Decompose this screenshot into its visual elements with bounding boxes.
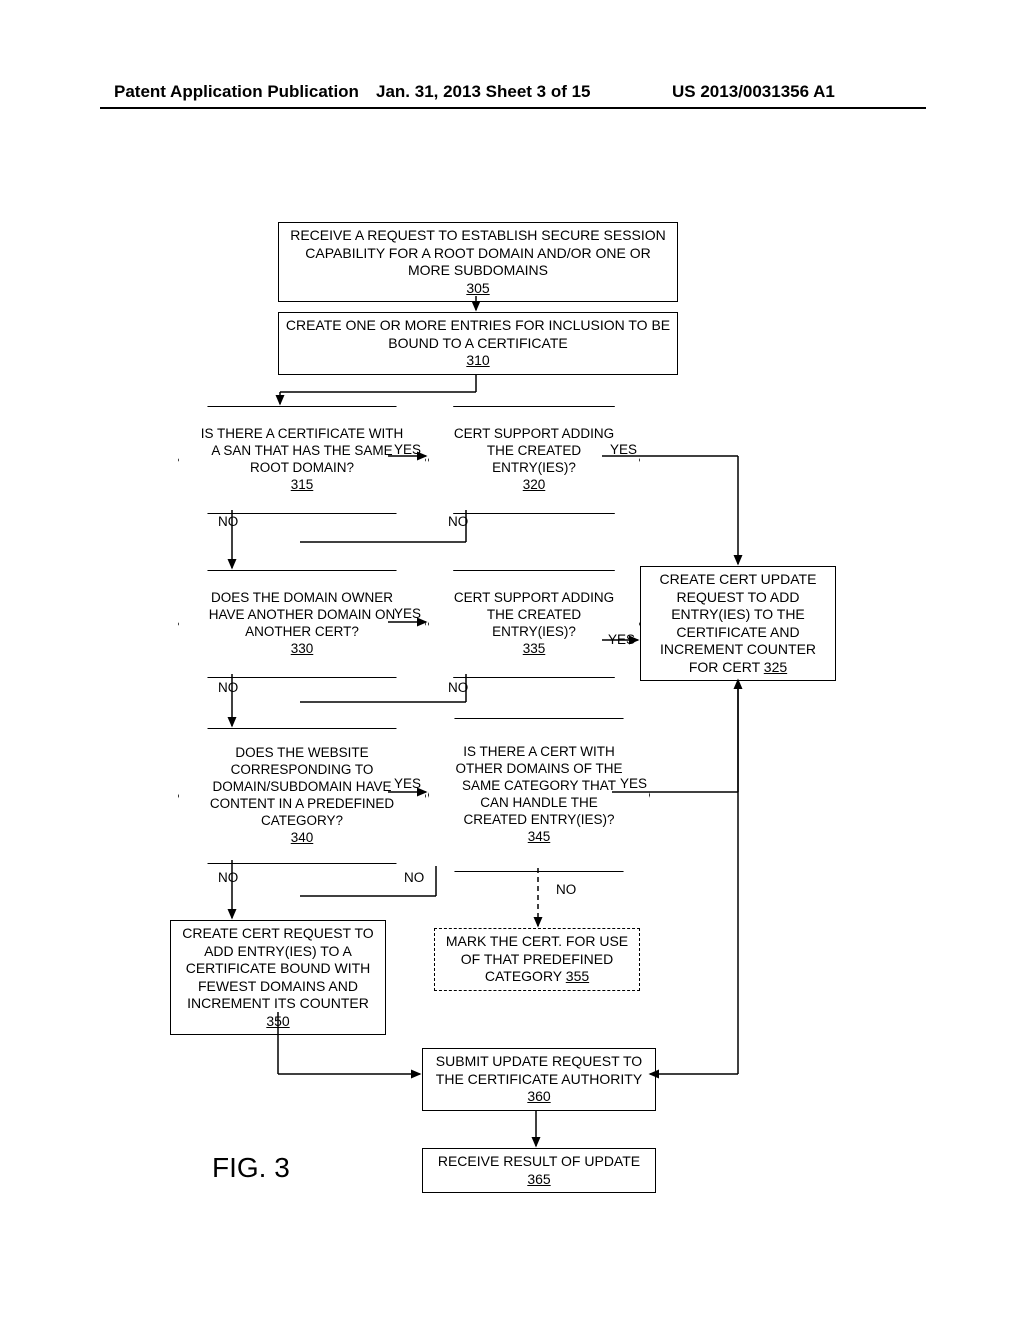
- label-yes-340: YES: [394, 776, 421, 791]
- box-360-ref: 360: [527, 1088, 550, 1104]
- box-350-ref: 350: [266, 1013, 289, 1029]
- hex-340: DOES THE WEBSITE CORRESPONDING TO DOMAIN…: [178, 728, 426, 864]
- hex-340-ref: 340: [291, 830, 314, 845]
- hex-320: CERT SUPPORT ADDING THE CREATED ENTRY(IE…: [428, 406, 640, 514]
- hex-330-text: DOES THE DOMAIN OWNER HAVE ANOTHER DOMAI…: [209, 590, 396, 639]
- label-no-315: NO: [218, 514, 238, 529]
- box-355-ref: 355: [566, 968, 589, 984]
- box-355: MARK THE CERT. FOR USE OF THAT PREDEFINE…: [434, 928, 640, 991]
- header-rule: [100, 107, 926, 109]
- box-350: CREATE CERT REQUEST TO ADD ENTRY(IES) TO…: [170, 920, 386, 1035]
- hex-320-ref: 320: [523, 477, 546, 492]
- figure-label: FIG. 3: [212, 1152, 290, 1184]
- box-325-ref: 325: [764, 659, 787, 675]
- hex-315-ref: 315: [291, 477, 314, 492]
- label-no-345: NO: [404, 870, 424, 885]
- box-360: SUBMIT UPDATE REQUEST TO THE CERTIFICATE…: [422, 1048, 656, 1111]
- label-yes-315: YES: [394, 442, 421, 457]
- box-305-ref: 305: [466, 280, 489, 296]
- label-no-340: NO: [218, 870, 238, 885]
- box-305-text: RECEIVE A REQUEST TO ESTABLISH SECURE SE…: [290, 227, 666, 278]
- hex-315-text: IS THERE A CERTIFICATE WITH A SAN THAT H…: [201, 426, 404, 475]
- hex-330-ref: 330: [291, 641, 314, 656]
- hex-335-text: CERT SUPPORT ADDING THE CREATED ENTRY(IE…: [454, 590, 614, 639]
- hex-330: DOES THE DOMAIN OWNER HAVE ANOTHER DOMAI…: [178, 570, 426, 678]
- box-310: CREATE ONE OR MORE ENTRIES FOR INCLUSION…: [278, 312, 678, 375]
- box-305: RECEIVE A REQUEST TO ESTABLISH SECURE SE…: [278, 222, 678, 302]
- box-360-text: SUBMIT UPDATE REQUEST TO THE CERTIFICATE…: [436, 1053, 642, 1087]
- label-no-320: NO: [448, 514, 468, 529]
- hex-315: IS THERE A CERTIFICATE WITH A SAN THAT H…: [178, 406, 426, 514]
- page: Patent Application Publication Jan. 31, …: [0, 0, 1024, 1320]
- box-350-text: CREATE CERT REQUEST TO ADD ENTRY(IES) TO…: [182, 925, 373, 1011]
- label-yes-345: YES: [620, 776, 647, 791]
- hex-345-text: IS THERE A CERT WITH OTHER DOMAINS OF TH…: [455, 744, 622, 827]
- label-no-335: NO: [448, 680, 468, 695]
- hex-340-text: DOES THE WEBSITE CORRESPONDING TO DOMAIN…: [210, 745, 394, 828]
- hex-345: IS THERE A CERT WITH OTHER DOMAINS OF TH…: [428, 718, 650, 872]
- label-no-330: NO: [218, 680, 238, 695]
- label-yes-320: YES: [610, 442, 637, 457]
- label-yes-330: YES: [394, 606, 421, 621]
- header-left: Patent Application Publication: [114, 82, 359, 102]
- box-310-ref: 310: [466, 352, 489, 368]
- box-325-text: CREATE CERT UPDATE REQUEST TO ADD ENTRY(…: [660, 571, 817, 675]
- box-365-ref: 365: [527, 1171, 550, 1187]
- box-310-text: CREATE ONE OR MORE ENTRIES FOR INCLUSION…: [286, 317, 670, 351]
- box-355-text: MARK THE CERT. FOR USE OF THAT PREDEFINE…: [446, 933, 628, 984]
- hex-335-ref: 335: [523, 641, 546, 656]
- box-365-text: RECEIVE RESULT OF UPDATE: [438, 1153, 640, 1169]
- label-no-345b: NO: [556, 882, 576, 897]
- hex-320-text: CERT SUPPORT ADDING THE CREATED ENTRY(IE…: [454, 426, 614, 475]
- hex-335: CERT SUPPORT ADDING THE CREATED ENTRY(IE…: [428, 570, 640, 678]
- header-right: US 2013/0031356 A1: [672, 82, 835, 102]
- hex-345-ref: 345: [528, 829, 551, 844]
- label-yes-335: YES: [608, 632, 635, 647]
- header-center: Jan. 31, 2013 Sheet 3 of 15: [376, 82, 591, 102]
- box-365: RECEIVE RESULT OF UPDATE 365: [422, 1148, 656, 1193]
- box-325: CREATE CERT UPDATE REQUEST TO ADD ENTRY(…: [640, 566, 836, 681]
